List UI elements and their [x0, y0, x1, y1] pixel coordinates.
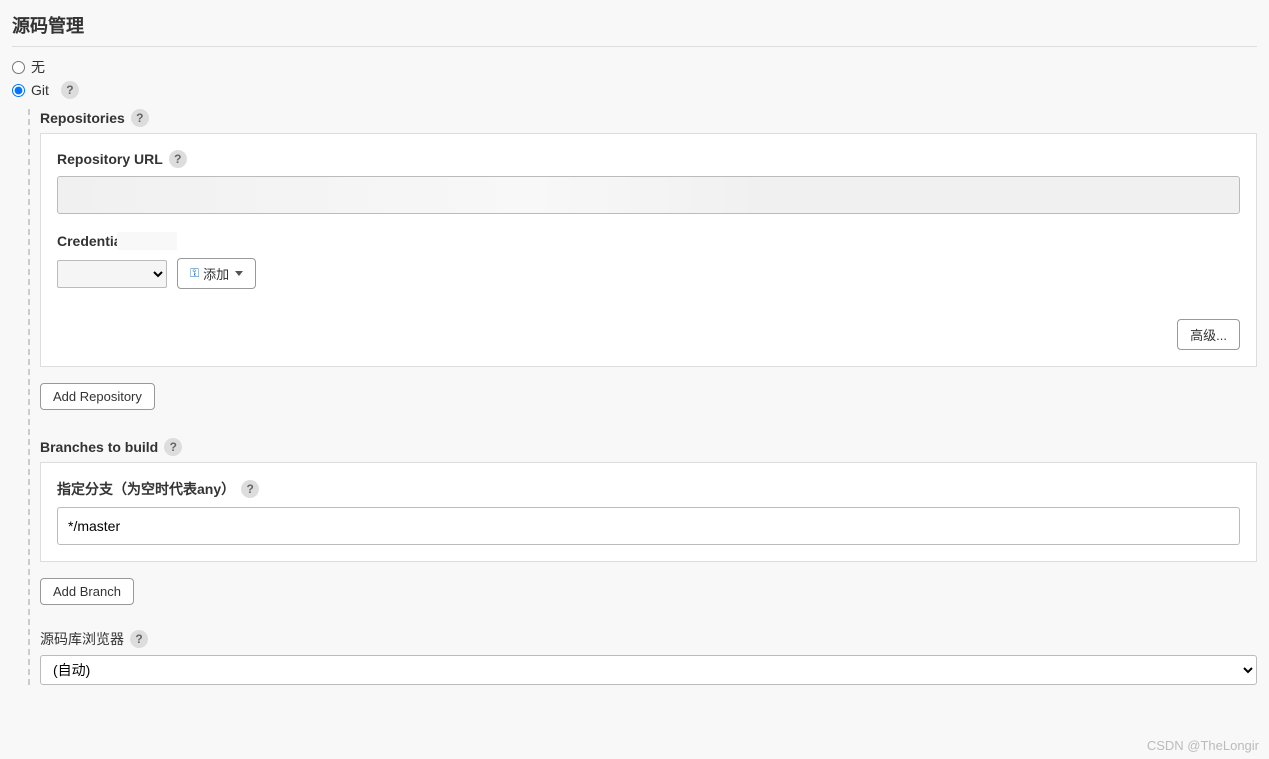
scm-git-label[interactable]: Git: [31, 82, 49, 98]
add-repository-button[interactable]: Add Repository: [40, 383, 155, 410]
section-title: 源码管理: [12, 12, 1257, 47]
key-icon: ⚿: [190, 266, 199, 281]
scm-none-radio[interactable]: [12, 61, 25, 74]
repo-browser-label-text: 源码库浏览器: [40, 629, 124, 649]
branch-specifier-label-text: 指定分支（为空时代表any）: [57, 479, 235, 499]
help-icon[interactable]: ?: [131, 109, 149, 127]
help-icon[interactable]: ?: [130, 630, 148, 648]
credentials-select[interactable]: [57, 260, 167, 288]
branch-box-wrapper: X 指定分支（为空时代表any） ?: [40, 462, 1257, 562]
git-config-section: Repositories ? Repository URL ? Credenti…: [28, 109, 1257, 685]
branch-specifier-label: 指定分支（为空时代表any） ?: [57, 479, 1240, 499]
repository-url-label: Repository URL ?: [57, 150, 1240, 168]
repository-box: Repository URL ? Credentials ? ⚿ 添加 高级..…: [40, 133, 1257, 367]
add-credentials-button[interactable]: ⚿ 添加: [177, 258, 256, 289]
help-icon[interactable]: ?: [164, 438, 182, 456]
scm-none-label[interactable]: 无: [31, 57, 45, 77]
repositories-label: Repositories ?: [40, 109, 1257, 127]
advanced-row: 高级...: [57, 319, 1240, 350]
branches-label: Branches to build ?: [40, 438, 1257, 456]
repository-url-label-text: Repository URL: [57, 151, 163, 167]
scm-none-row: 无: [12, 57, 1257, 77]
repo-browser-label: 源码库浏览器 ?: [40, 629, 1257, 649]
repo-browser-select[interactable]: (自动): [40, 655, 1257, 685]
help-icon[interactable]: ?: [241, 480, 259, 498]
repository-url-input[interactable]: [57, 176, 1240, 214]
credentials-label-text: Credentials: [57, 233, 133, 249]
chevron-down-icon: [235, 271, 243, 276]
watermark: CSDN @TheLongir: [1147, 738, 1259, 753]
scm-git-radio[interactable]: [12, 84, 25, 97]
branch-box: 指定分支（为空时代表any） ?: [40, 462, 1257, 562]
branch-specifier-input[interactable]: [57, 507, 1240, 545]
repositories-label-text: Repositories: [40, 110, 125, 126]
advanced-button[interactable]: 高级...: [1177, 319, 1240, 350]
credentials-label: Credentials ?: [57, 232, 1240, 250]
credentials-row: ⚿ 添加: [57, 258, 1240, 289]
add-credentials-label: 添加: [203, 264, 229, 283]
help-icon[interactable]: ?: [169, 150, 187, 168]
branches-label-text: Branches to build: [40, 439, 158, 455]
scm-git-row: Git ?: [12, 81, 1257, 99]
help-icon[interactable]: ?: [61, 81, 79, 99]
add-branch-button[interactable]: Add Branch: [40, 578, 134, 605]
